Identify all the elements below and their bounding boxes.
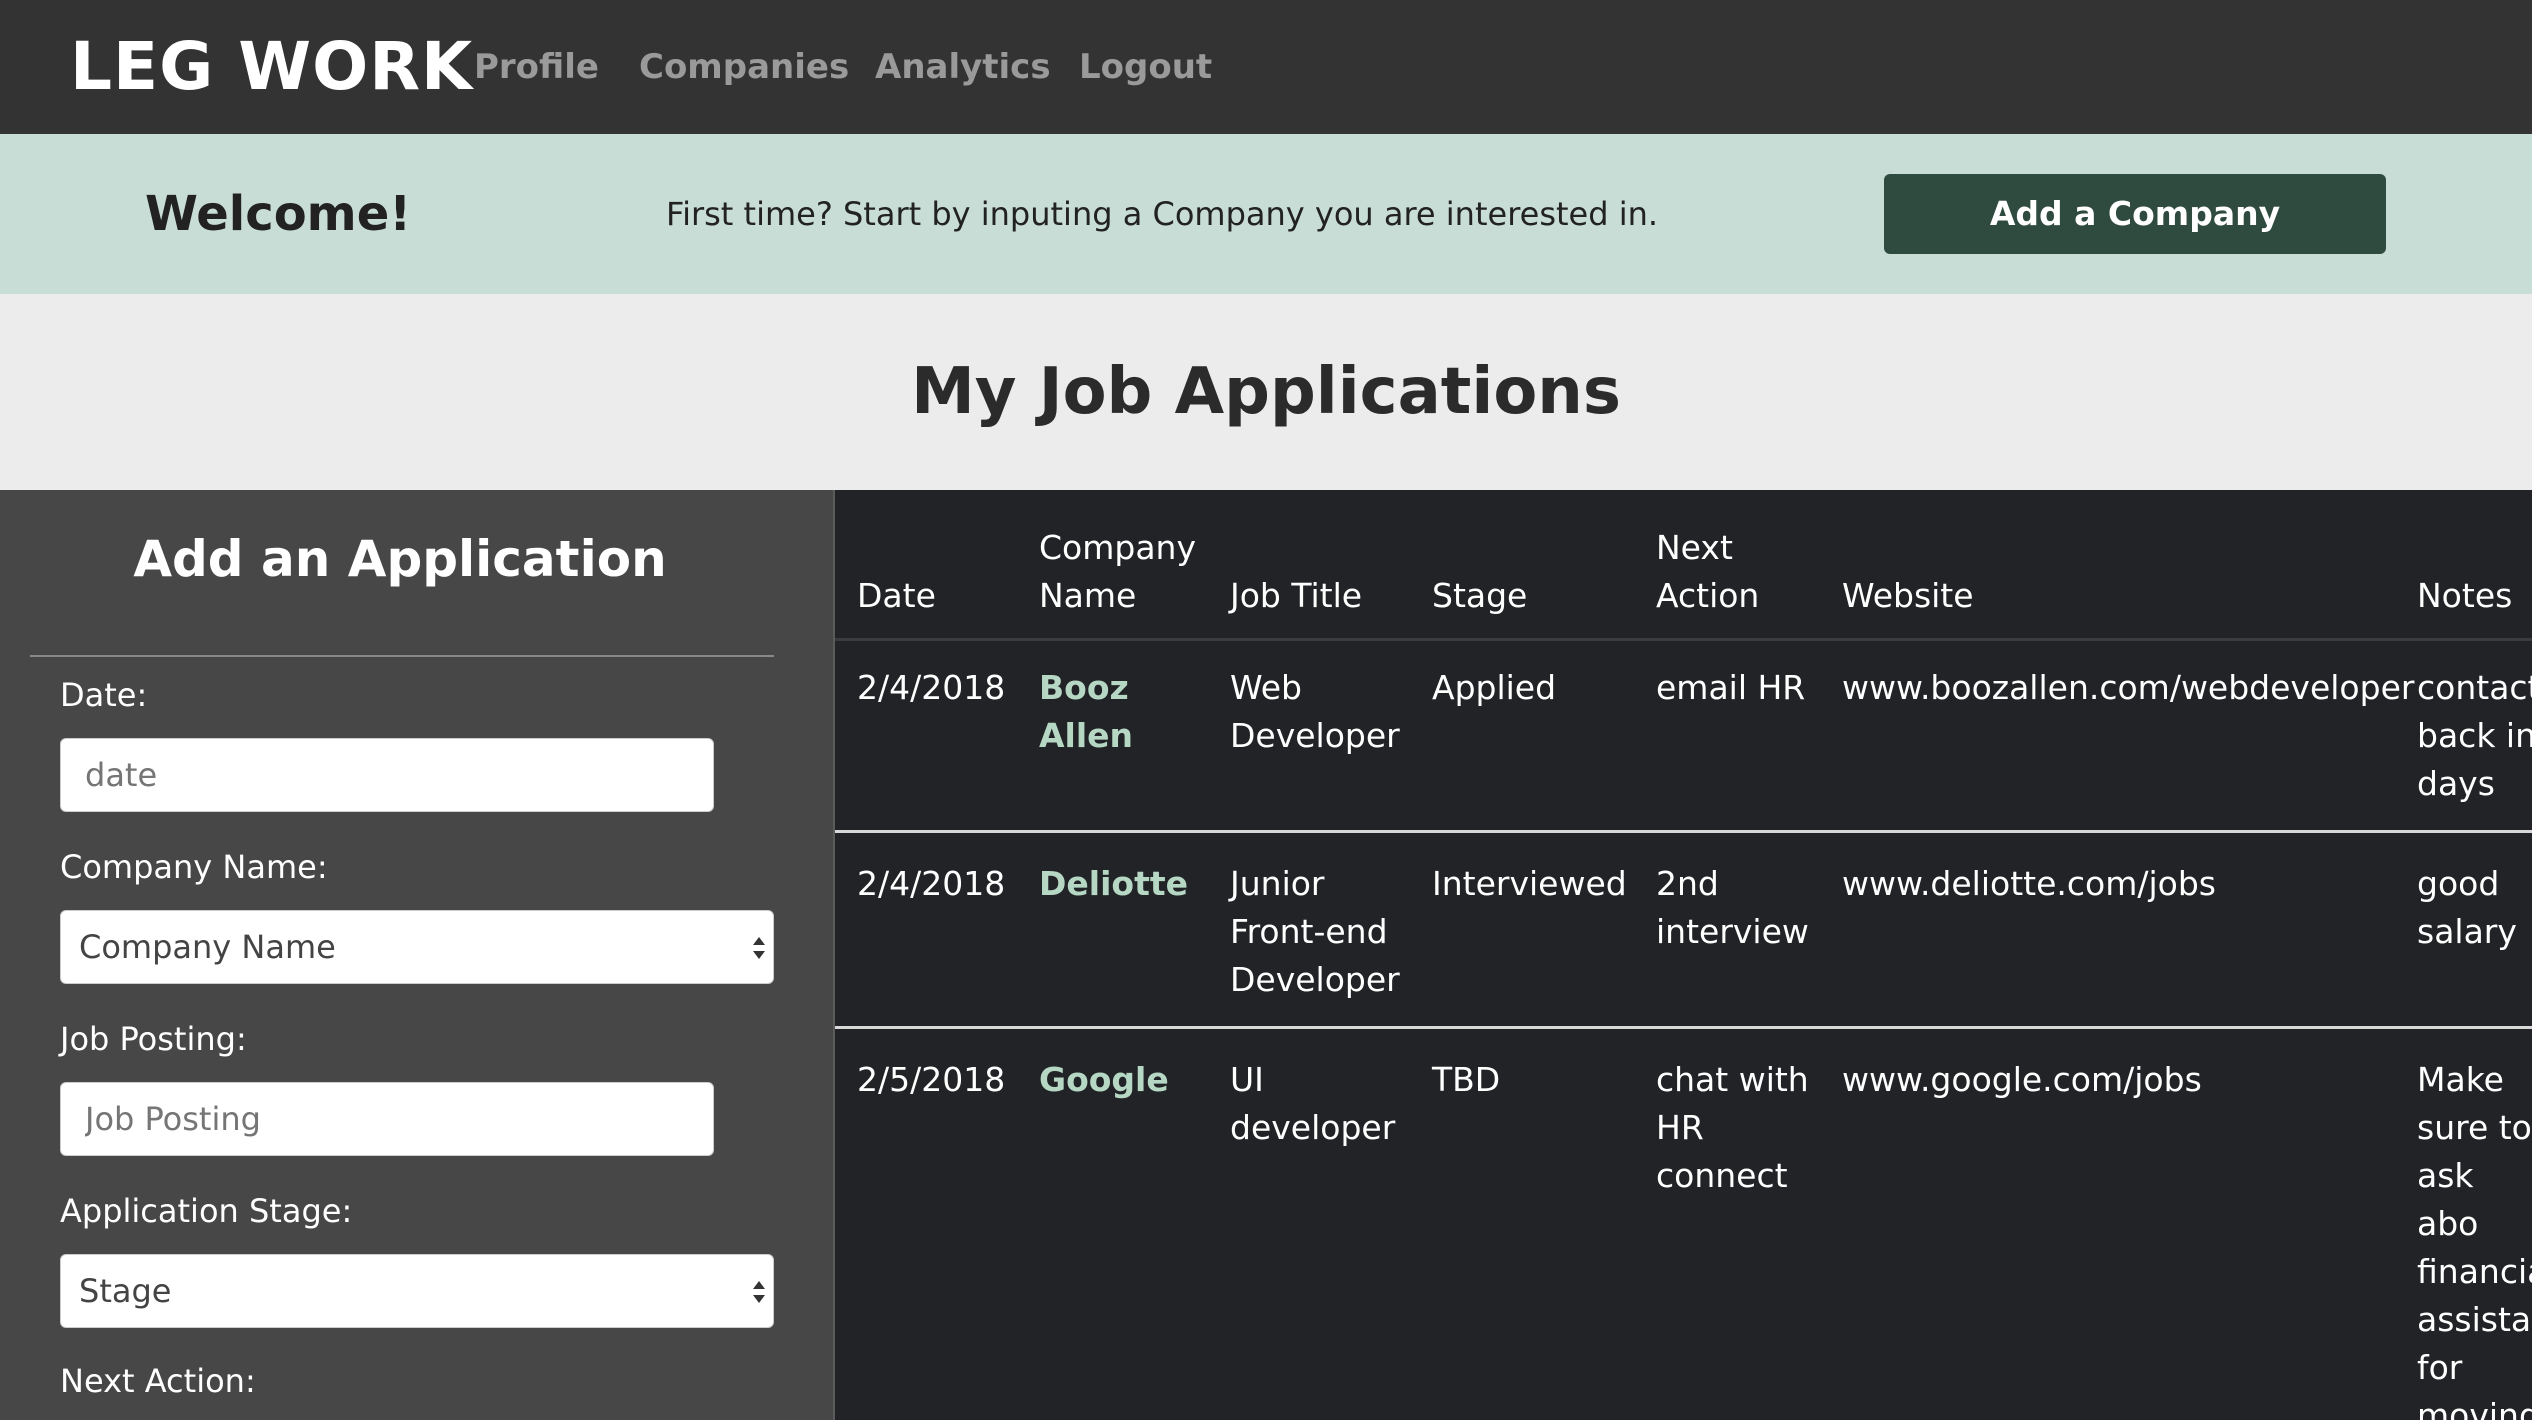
navbar: LEG WORK Profile Companies Analytics Log… — [0, 0, 2532, 134]
add-application-form: Add an Application Date: Company Name: C… — [0, 490, 833, 1420]
header-divider — [835, 638, 2532, 641]
cell-website: www.boozallen.com/webdeveloper — [1842, 668, 2415, 707]
nav-link-companies[interactable]: Companies — [639, 0, 849, 134]
column-header-next-action: Next Action — [1656, 528, 1760, 615]
nav-link-analytics[interactable]: Analytics — [875, 0, 1051, 134]
cell-notes: contact back in days — [2417, 668, 2532, 803]
welcome-banner: Welcome! First time? Start by inputing a… — [0, 134, 2532, 294]
add-company-button[interactable]: Add a Company — [1884, 174, 2386, 254]
column-header-website: Website — [1842, 576, 1974, 615]
cell-website: www.google.com/jobs — [1842, 1060, 2202, 1099]
company-name-label: Company Name: — [60, 848, 328, 886]
form-heading: Add an Application — [133, 530, 667, 588]
date-label: Date: — [60, 676, 148, 714]
cell-job-title: Junior Front-end Developer — [1230, 864, 1400, 999]
next-action-label: Next Action: — [60, 1362, 256, 1400]
nav-link-logout[interactable]: Logout — [1079, 0, 1212, 134]
cell-notes: Make sure to ask abo financia assistar f… — [2417, 1060, 2532, 1420]
nav-link-profile[interactable]: Profile — [474, 0, 599, 134]
cell-website: www.deliotte.com/jobs — [1842, 864, 2216, 903]
company-name-select[interactable]: Company Name — [60, 910, 774, 984]
page-title-band: My Job Applications — [0, 294, 2532, 490]
cell-job-title: Web Developer — [1230, 668, 1400, 755]
cell-stage: TBD — [1432, 1060, 1501, 1099]
job-posting-input[interactable] — [60, 1082, 714, 1156]
cell-stage: Interviewed — [1432, 864, 1627, 903]
column-header-notes: Notes — [2417, 576, 2513, 615]
applications-table: Date Company Name Job Title Stage Next A… — [833, 490, 2532, 1420]
cell-stage: Applied — [1432, 668, 1557, 707]
column-header-stage: Stage — [1432, 576, 1528, 615]
form-divider — [30, 655, 774, 657]
column-header-company-name: Company Name — [1039, 528, 1196, 615]
cell-date: 2/5/2018 — [857, 1060, 1006, 1099]
select-arrows-icon — [753, 1281, 765, 1303]
cell-company-link[interactable]: Google — [1039, 1056, 1169, 1104]
cell-date: 2/4/2018 — [857, 668, 1006, 707]
job-posting-label: Job Posting: — [60, 1020, 247, 1058]
cell-next-action: 2nd interview — [1656, 864, 1809, 951]
application-stage-label: Application Stage: — [60, 1192, 353, 1230]
row-divider — [835, 1026, 2532, 1029]
company-name-select-value: Company Name — [79, 928, 336, 966]
welcome-message: First time? Start by inputing a Company … — [666, 195, 1659, 233]
cell-date: 2/4/2018 — [857, 864, 1006, 903]
cell-notes: good salary — [2417, 864, 2517, 951]
cell-job-title: UI developer — [1230, 1060, 1396, 1147]
page-title: My Job Applications — [911, 355, 1621, 429]
cell-company-link[interactable]: Deliotte — [1039, 860, 1188, 908]
column-header-date: Date — [857, 576, 936, 615]
brand-logo[interactable]: LEG WORK — [70, 0, 473, 134]
cell-company-link[interactable]: Booz Allen — [1039, 664, 1133, 760]
welcome-title: Welcome! — [145, 186, 412, 242]
date-input[interactable] — [60, 738, 714, 812]
application-stage-select-value: Stage — [79, 1272, 172, 1310]
cell-next-action: chat with HR connect — [1656, 1060, 1809, 1195]
application-stage-select[interactable]: Stage — [60, 1254, 774, 1328]
column-header-job-title: Job Title — [1230, 576, 1363, 615]
row-divider — [835, 830, 2532, 833]
cell-next-action: email HR — [1656, 668, 1806, 707]
select-arrows-icon — [753, 937, 765, 959]
